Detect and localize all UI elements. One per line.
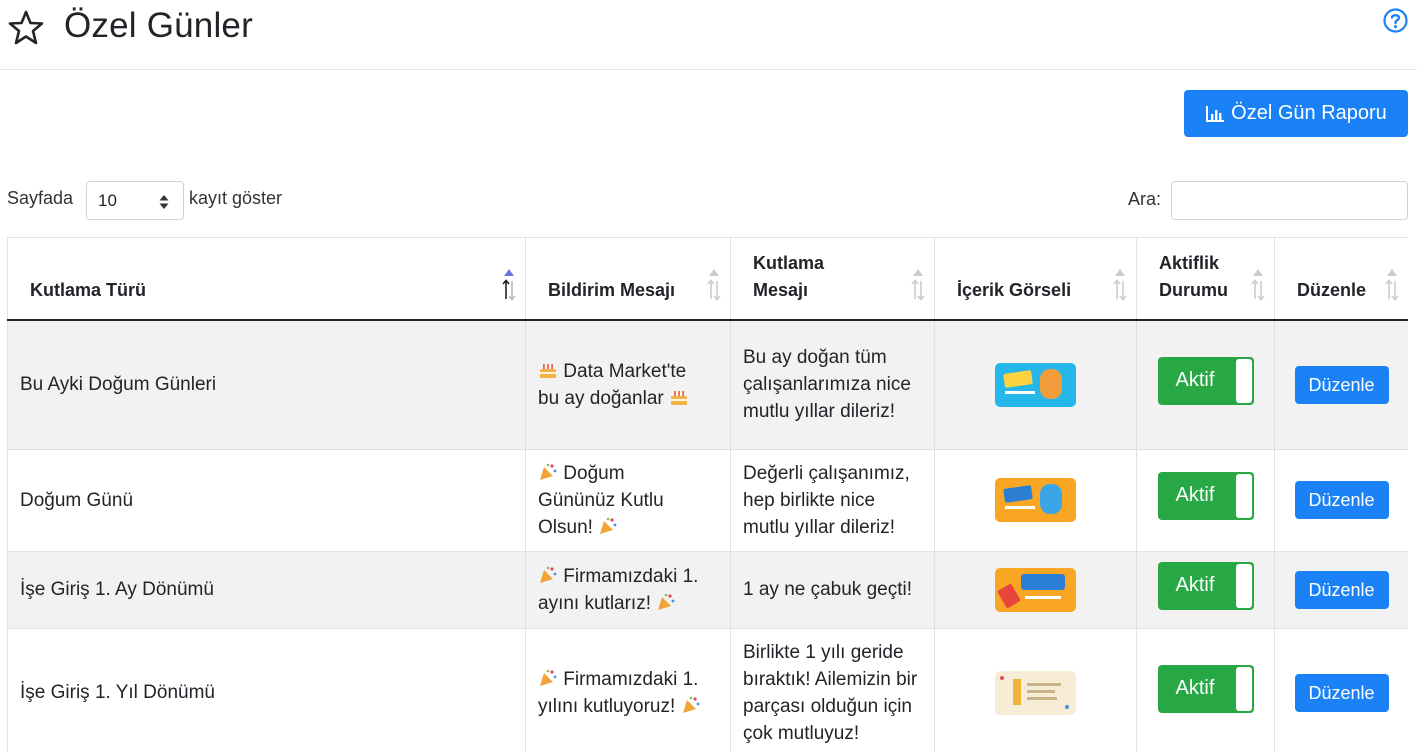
question-circle-icon[interactable] — [1383, 8, 1408, 33]
status-cell: Aktif — [1136, 320, 1275, 450]
party-popper-icon — [540, 463, 557, 480]
celebration-type-cell: Doğum Günü — [7, 449, 526, 552]
celebration-type-cell: İşe Giriş 1. Yıl Dönümü — [7, 628, 526, 752]
celebration-message-cell: Birlikte 1 yılı geride bıraktık! Ailemiz… — [730, 628, 935, 752]
toggle-knob — [1235, 358, 1252, 403]
status-cell: Aktif — [1136, 551, 1275, 629]
sort-icon — [707, 269, 721, 301]
special-days-table-wrapper: Kutlama Türü Bildirim Mesajı Kutlama Mes… — [7, 237, 1408, 752]
table-header-row: Kutlama Türü Bildirim Mesajı Kutlama Mes… — [7, 238, 1408, 321]
notification-message-cell: Firmamızdaki 1. yılını kutluyoruz! — [525, 628, 731, 752]
edit-button[interactable]: Düzenle — [1294, 481, 1389, 519]
toggle-knob — [1235, 563, 1252, 608]
toggle-knob — [1235, 474, 1252, 518]
content-image-cell — [934, 320, 1137, 450]
search-input[interactable] — [1171, 181, 1408, 220]
celebration-type-cell: Bu Ayki Doğum Günleri — [7, 320, 526, 450]
active-toggle[interactable]: Aktif — [1157, 664, 1254, 713]
content-image-cell — [934, 551, 1137, 629]
col-header-celebration-message[interactable]: Kutlama Mesajı — [730, 238, 935, 321]
notification-message-cell: Data Market'te bu ay doğanlar — [525, 320, 731, 450]
page-length-value: 10 — [98, 190, 117, 210]
sort-icon — [1251, 269, 1265, 301]
celebration-message-cell: Bu ay doğan tüm çalışanlarımıza nice mut… — [730, 320, 935, 450]
col-header-notification-message[interactable]: Bildirim Mesajı — [525, 238, 731, 321]
celebration-message-cell: Değerli çalışanımız, hep birlikte nice m… — [730, 449, 935, 552]
length-label-before: Sayfada — [7, 188, 74, 208]
page-title: Özel Günler — [64, 6, 253, 45]
content-image-cell — [934, 628, 1137, 752]
bar-chart-icon — [1206, 105, 1225, 122]
sort-asc-icon — [502, 269, 516, 301]
edit-cell: Düzenle — [1274, 628, 1408, 752]
cake-icon — [540, 363, 556, 378]
table-row: İşe Giriş 1. Yıl Dönümü Firmamızdaki 1. … — [7, 628, 1408, 752]
table-row: İşe Giriş 1. Ay Dönümü Firmamızdaki 1. a… — [7, 551, 1408, 629]
first-year-banner[interactable] — [995, 670, 1076, 715]
status-cell: Aktif — [1136, 449, 1275, 552]
select-arrows-icon — [159, 195, 169, 209]
edit-cell: Düzenle — [1274, 320, 1408, 450]
party-popper-icon — [658, 593, 675, 610]
status-cell: Aktif — [1136, 628, 1275, 752]
col-header-active-status[interactable]: Aktiflik Durumu — [1136, 238, 1275, 321]
celebration-message-cell: 1 ay ne çabuk geçti! — [730, 551, 935, 629]
edit-button[interactable]: Düzenle — [1294, 570, 1389, 609]
edit-cell: Düzenle — [1274, 551, 1408, 629]
sort-icon — [1385, 269, 1399, 301]
edit-cell: Düzenle — [1274, 449, 1408, 552]
active-toggle[interactable]: Aktif — [1157, 561, 1254, 610]
page-header: Özel Günler — [0, 0, 1417, 70]
table-row: Doğum Günü Doğum Gününüz Kutlu Olsun! De… — [7, 449, 1408, 552]
happy-birthday-banner-orange[interactable] — [995, 478, 1076, 522]
cake-icon — [671, 390, 687, 405]
length-label-after: kayıt göster — [189, 188, 283, 208]
col-header-content-image[interactable]: İçerik Görseli — [934, 238, 1137, 321]
party-popper-icon — [600, 517, 617, 534]
table-row: Bu Ayki Doğum Günleri Data Market'te bu … — [7, 320, 1408, 450]
active-toggle[interactable]: Aktif — [1157, 356, 1254, 405]
content-image-cell — [934, 449, 1137, 552]
special-days-table: Kutlama Türü Bildirim Mesajı Kutlama Mes… — [7, 238, 1408, 752]
toggle-knob — [1235, 666, 1252, 711]
star-icon — [8, 10, 44, 45]
col-header-celebration-type[interactable]: Kutlama Türü — [7, 238, 526, 321]
party-popper-icon — [682, 696, 699, 713]
sort-icon — [1113, 269, 1127, 301]
happy-birthday-banner-blue[interactable] — [995, 362, 1076, 407]
edit-button[interactable]: Düzenle — [1294, 673, 1389, 712]
notification-message-cell: Doğum Gününüz Kutlu Olsun! — [525, 449, 731, 552]
special-day-report-button[interactable]: Özel Gün Raporu — [1184, 90, 1408, 137]
notification-message-cell: Firmamızdaki 1. ayını kutlarız! — [525, 551, 731, 629]
search-label: Ara: — [1128, 189, 1162, 209]
first-month-banner[interactable] — [995, 567, 1076, 612]
report-button-label: Özel Gün Raporu — [1231, 102, 1387, 124]
sort-icon — [911, 269, 925, 301]
party-popper-icon — [540, 669, 557, 686]
celebration-type-cell: İşe Giriş 1. Ay Dönümü — [7, 551, 526, 629]
col-header-edit[interactable]: Düzenle — [1274, 238, 1408, 321]
edit-button[interactable]: Düzenle — [1294, 365, 1389, 404]
page-length-select[interactable]: 10 — [86, 181, 184, 220]
party-popper-icon — [540, 566, 557, 583]
active-toggle[interactable]: Aktif — [1157, 472, 1254, 520]
